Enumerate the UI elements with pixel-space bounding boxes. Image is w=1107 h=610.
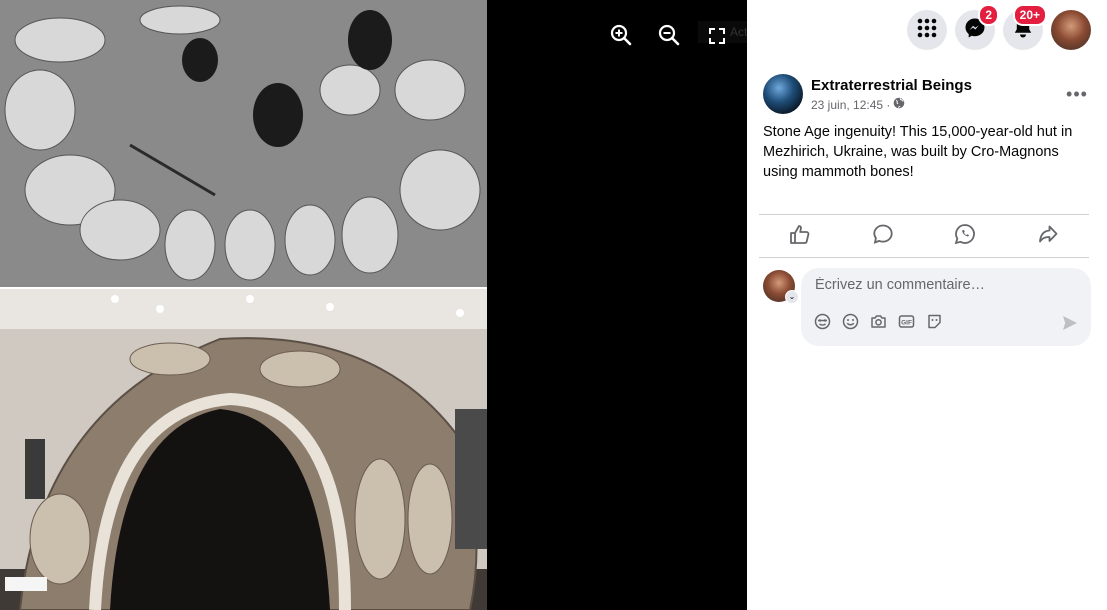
gif-icon[interactable]: GIF <box>897 312 915 330</box>
comment-composer: ⌄ GIF <box>763 268 1091 348</box>
comment-input[interactable] <box>813 276 1079 294</box>
post-panel: 2 20+ Extraterrestrial Beings 23 juin, 1… <box>747 0 1107 610</box>
comment-box: GIF <box>801 268 1091 346</box>
comment-button[interactable] <box>842 215 925 257</box>
whatsapp-share-button[interactable] <box>924 215 1007 257</box>
like-button[interactable] <box>759 215 842 257</box>
notifications-badge: 20+ <box>1012 4 1047 26</box>
photo-viewer: Activer Plein écran <box>0 0 896 610</box>
post-meta: 23 juin, 12:45 · <box>811 97 905 112</box>
thumbs-up-icon <box>789 223 811 250</box>
viewer-toolbar <box>608 22 682 48</box>
post-date[interactable]: 23 juin, 12:45 · <box>811 98 890 112</box>
zoom-out-icon[interactable] <box>656 22 682 48</box>
page-avatar[interactable] <box>763 74 803 114</box>
svg-text:GIF: GIF <box>901 319 912 326</box>
comment-tools: GIF <box>813 312 943 330</box>
notifications-button[interactable]: 20+ <box>1003 4 1047 50</box>
chevron-down-icon[interactable]: ⌄ <box>785 290 799 304</box>
top-navigation: 2 20+ <box>907 4 1091 50</box>
whatsapp-icon <box>954 223 976 250</box>
globe-icon <box>893 97 905 112</box>
emoji-icon[interactable] <box>841 312 859 330</box>
excavation-photo <box>0 0 487 287</box>
post-header: Extraterrestrial Beings 23 juin, 12:45 ·… <box>763 74 1091 118</box>
page-name[interactable]: Extraterrestrial Beings <box>811 77 972 94</box>
send-icon[interactable] <box>1061 314 1079 337</box>
sticker-icon[interactable] <box>925 312 943 330</box>
more-dots-icon: ••• <box>1066 83 1088 104</box>
post-text: Stone Age ingenuity! This 15,000-year-ol… <box>763 124 1073 180</box>
grid-menu-icon <box>917 18 937 43</box>
messenger-button[interactable]: 2 <box>955 4 999 50</box>
post-actions <box>759 214 1089 258</box>
fullscreen-icon[interactable] <box>704 23 730 49</box>
account-avatar[interactable] <box>1051 10 1091 50</box>
share-button[interactable] <box>1007 215 1090 257</box>
camera-icon[interactable] <box>869 312 887 330</box>
share-arrow-icon <box>1037 223 1059 250</box>
comment-bubble-icon <box>872 223 894 250</box>
avatar-sticker-icon[interactable] <box>813 312 831 330</box>
hut-photo <box>0 289 487 610</box>
more-options-button[interactable]: ••• <box>1063 80 1091 108</box>
messenger-badge: 2 <box>978 4 999 26</box>
menu-button[interactable] <box>907 10 947 50</box>
zoom-in-icon[interactable] <box>608 22 634 48</box>
